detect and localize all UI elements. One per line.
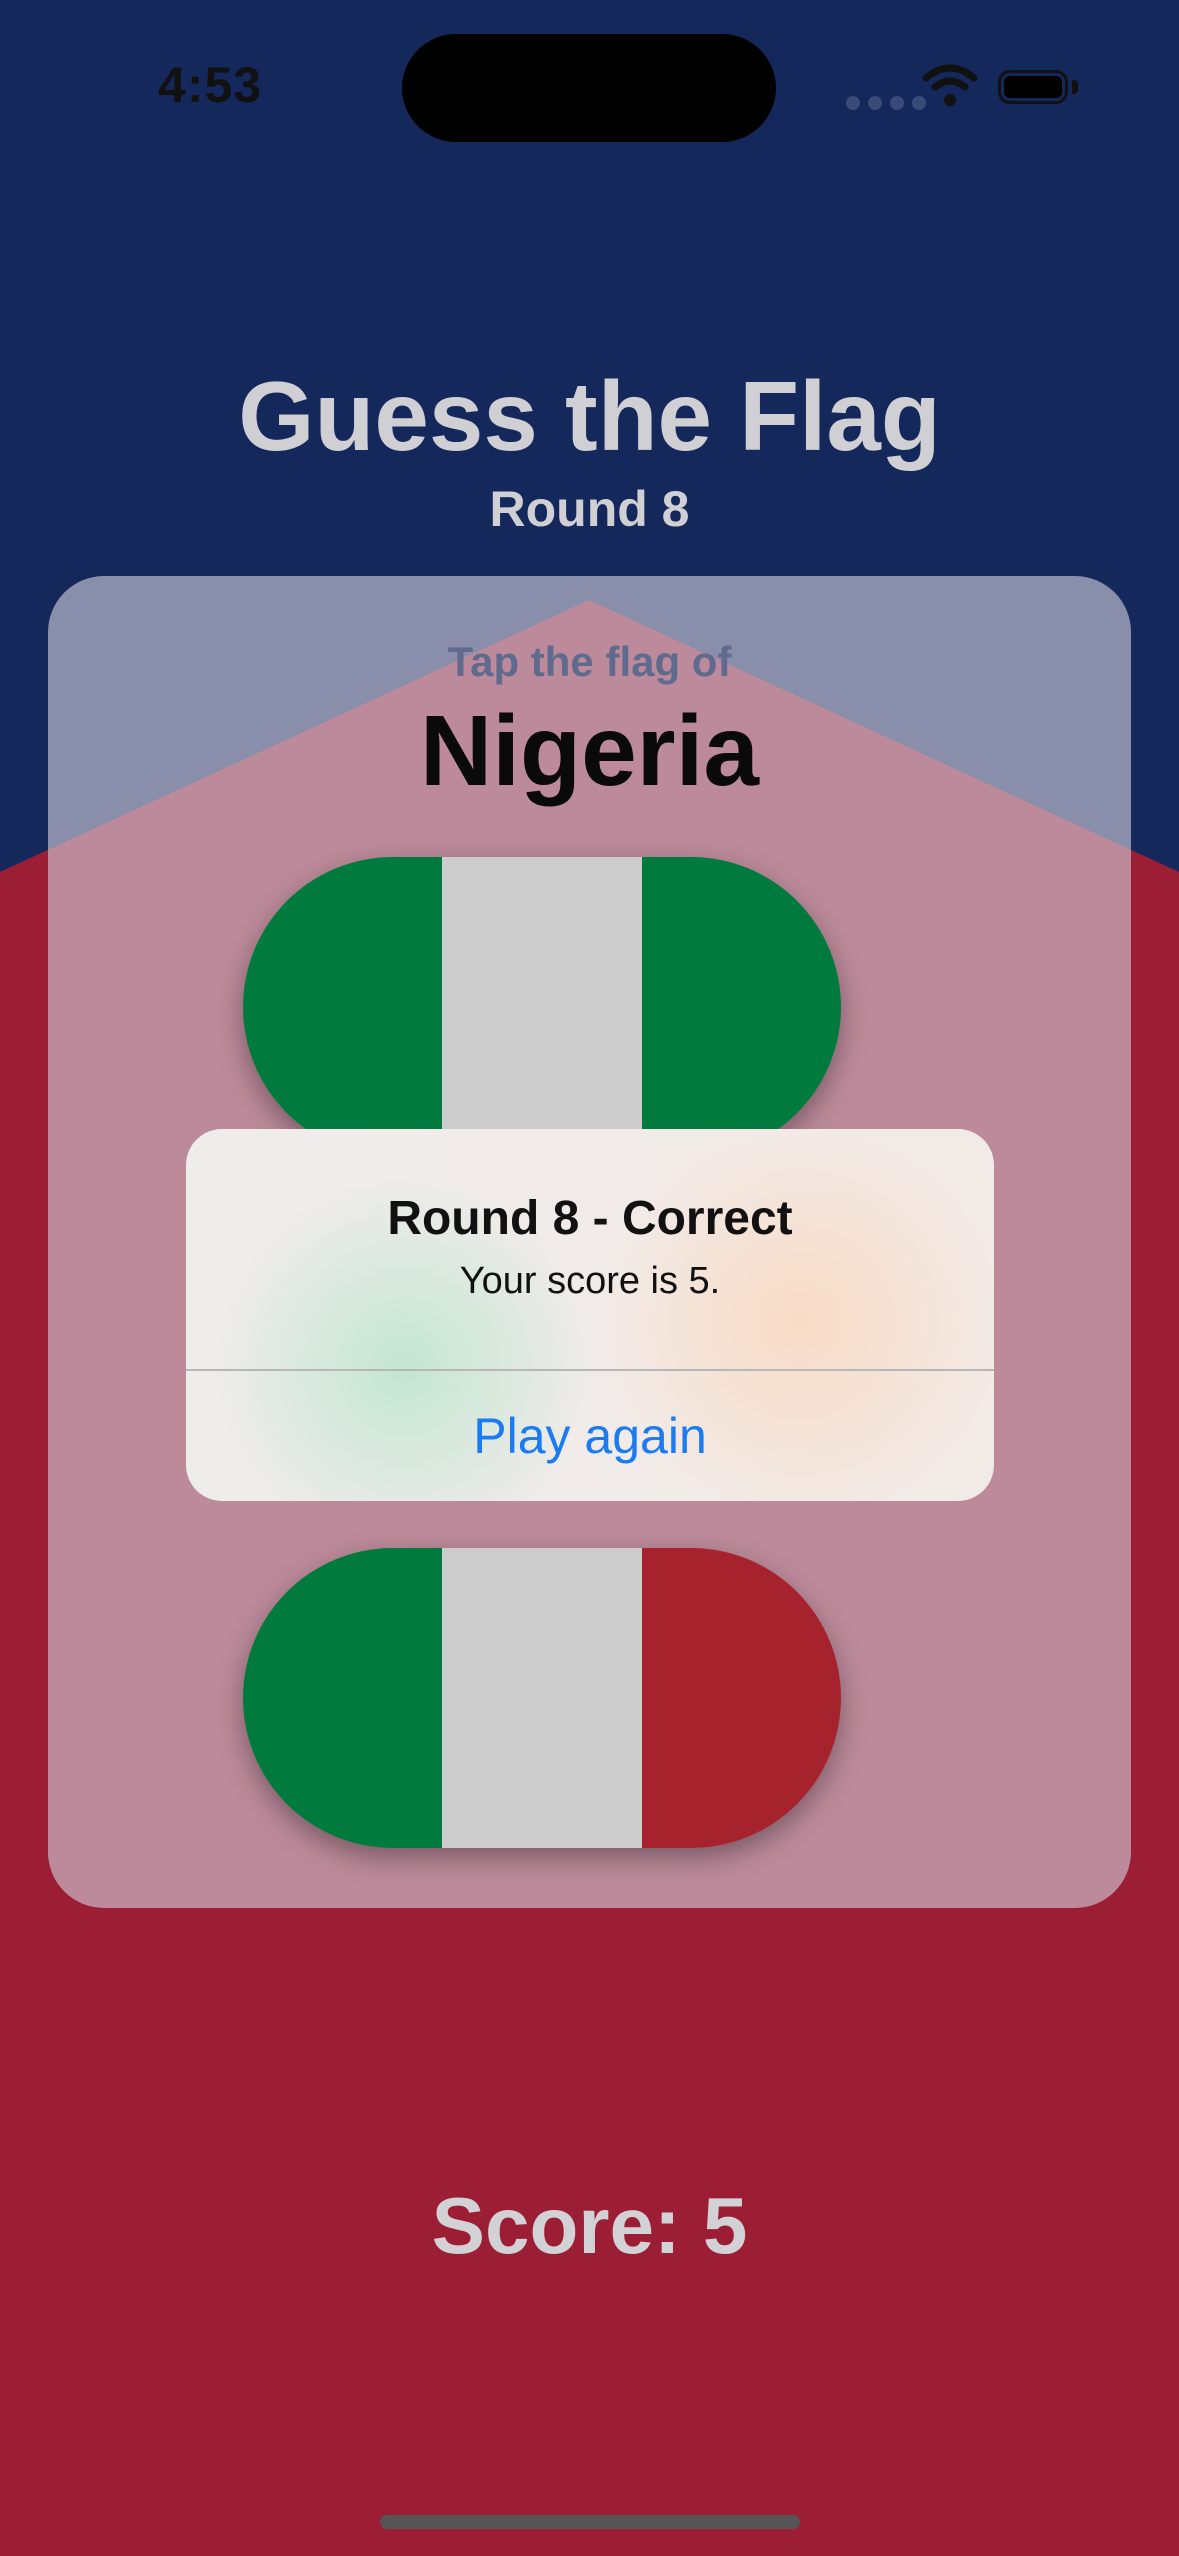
score-label: Score: 5 <box>431 2181 748 2270</box>
flag-button-3[interactable] <box>243 1548 841 1848</box>
wifi-icon <box>922 64 978 106</box>
battery-cap <box>1072 80 1078 94</box>
result-alert: Round 8 - Correct Your score is 5. Play … <box>186 1129 994 1501</box>
prompt-label: Tap the flag of <box>447 638 732 685</box>
play-again-button[interactable]: Play again <box>186 1371 994 1501</box>
home-indicator[interactable] <box>380 2515 800 2529</box>
alert-title: Round 8 - Correct <box>387 1192 793 1245</box>
flag-stripe <box>442 1548 642 1848</box>
status-bar: 4:53 <box>0 0 1179 170</box>
alert-message: Your score is 5. <box>459 1260 721 1302</box>
cellular-signal-icon <box>846 96 926 110</box>
flag-stripe <box>442 857 642 1157</box>
flag-button-1[interactable] <box>243 857 841 1157</box>
battery-icon <box>998 70 1068 104</box>
page-title: Guess the Flag <box>238 361 941 471</box>
round-label: Round 8 <box>489 481 690 537</box>
status-time: 4:53 <box>158 57 263 113</box>
country-name: Nigeria <box>419 695 759 807</box>
dynamic-island <box>402 34 776 142</box>
